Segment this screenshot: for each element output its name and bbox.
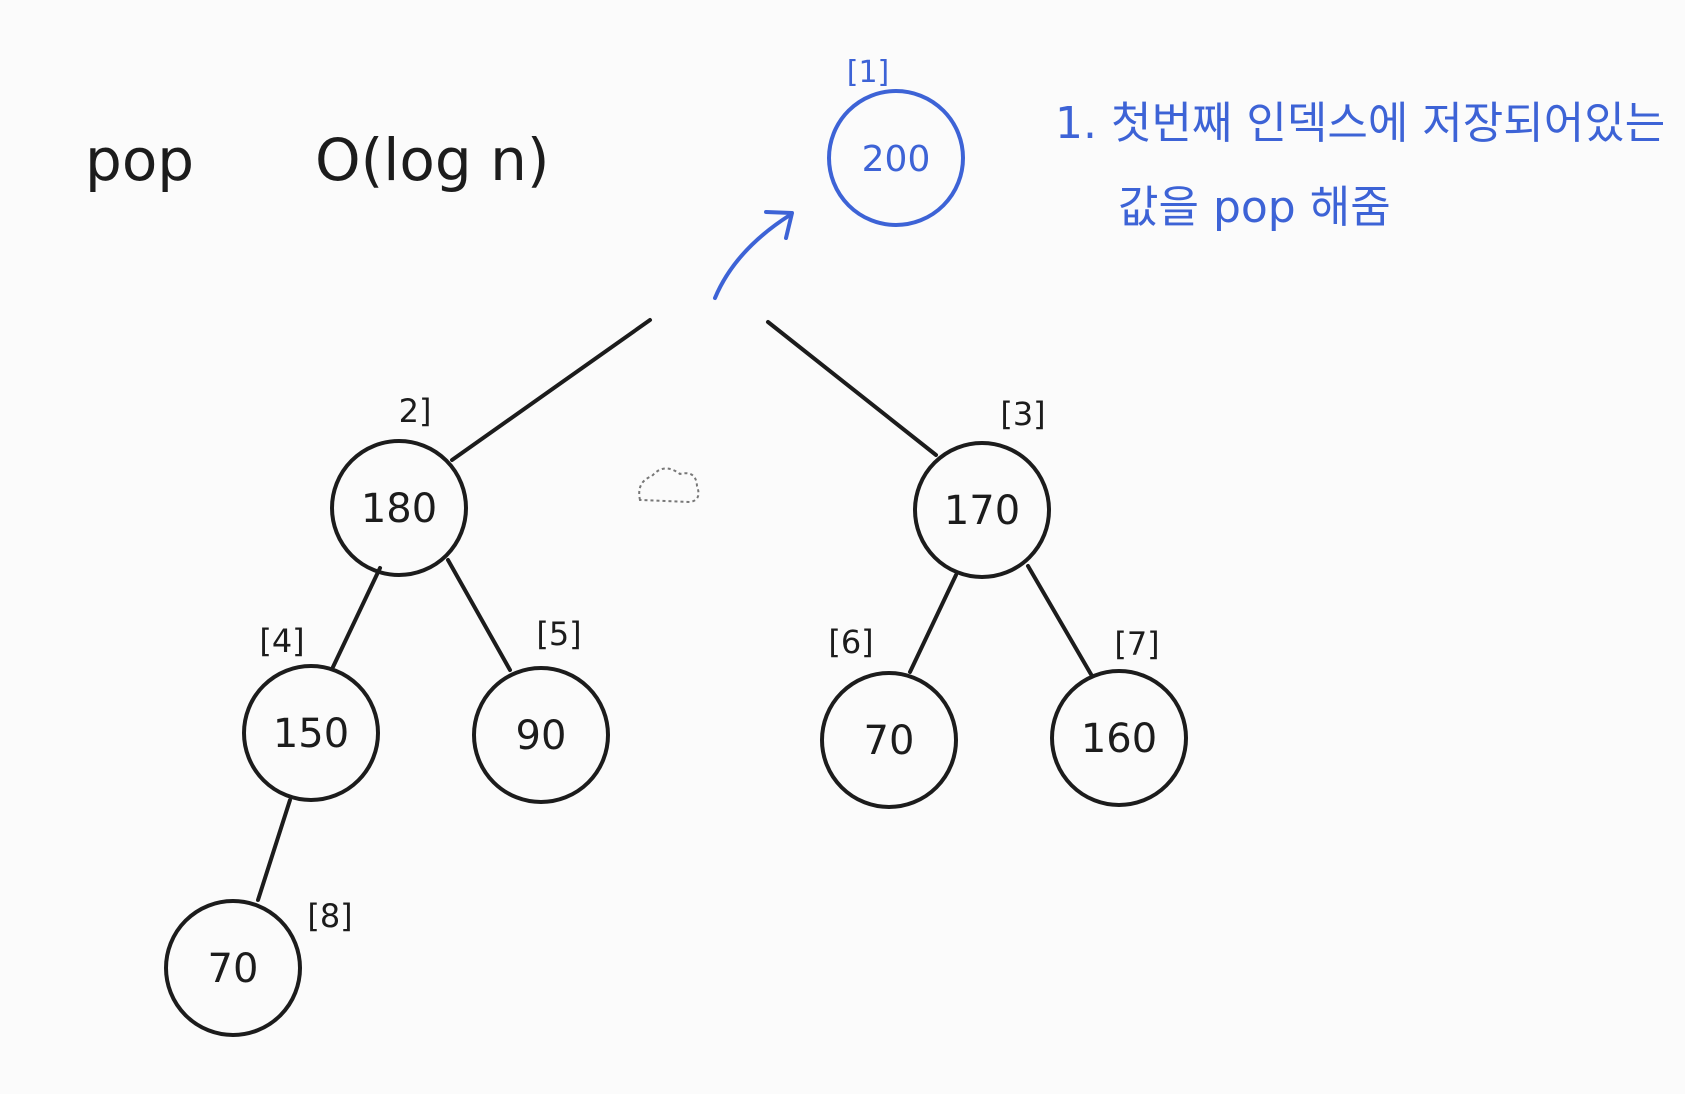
node-value: 150 — [273, 711, 349, 757]
complexity-label: O(log n) — [315, 126, 550, 194]
node-value: 70 — [208, 946, 259, 992]
note-line-1: 1. 첫번째 인덱스에 저장되어있는 — [1055, 98, 1665, 149]
node-index-label: [7] — [1114, 625, 1159, 663]
heap-node-root: [1] 200 — [827, 55, 965, 227]
heap-node-8: [8] 70 — [164, 897, 353, 1037]
node-value: 160 — [1081, 716, 1157, 762]
node-index-label: [1] — [847, 55, 890, 90]
note-line-2: 값을 pop 해줌 — [1118, 182, 1391, 233]
node-value: 200 — [862, 139, 931, 180]
edge-n3-n6 — [908, 573, 958, 674]
edge-n2-n5 — [446, 558, 512, 672]
node-value: 180 — [361, 486, 437, 532]
node-value: 170 — [944, 488, 1020, 534]
edge-n4-n8 — [256, 798, 292, 902]
node-index-label: [4] — [259, 622, 304, 660]
node-value: 70 — [864, 718, 915, 764]
node-index-label: [8] — [307, 897, 352, 935]
cloud-doodle — [638, 467, 700, 504]
heap-node-4: [4] 150 — [242, 622, 380, 802]
node-index-label: 2] — [399, 392, 432, 430]
node-value: 90 — [516, 713, 567, 759]
heap-diagram: pop O(log n) 1. 첫번째 인덱스에 저장되어있는 값을 pop 해… — [85, 55, 1665, 1037]
heap-node-7: [7] 160 — [1050, 625, 1188, 807]
heap-node-6: [6] 70 — [820, 623, 958, 809]
node-index-label: [5] — [536, 615, 581, 653]
edge-root-n3 — [766, 320, 938, 457]
node-index-label: [3] — [1000, 395, 1045, 433]
heap-node-2: 2] 180 — [330, 392, 468, 577]
edge-n2-n4 — [331, 566, 382, 669]
pop-arrow — [713, 213, 792, 300]
heap-node-3: [3] 170 — [913, 395, 1051, 579]
operation-label: pop — [85, 126, 194, 194]
node-index-label: [6] — [828, 623, 873, 661]
edge-root-n2 — [450, 318, 652, 462]
edge-n3-n7 — [1026, 564, 1094, 678]
